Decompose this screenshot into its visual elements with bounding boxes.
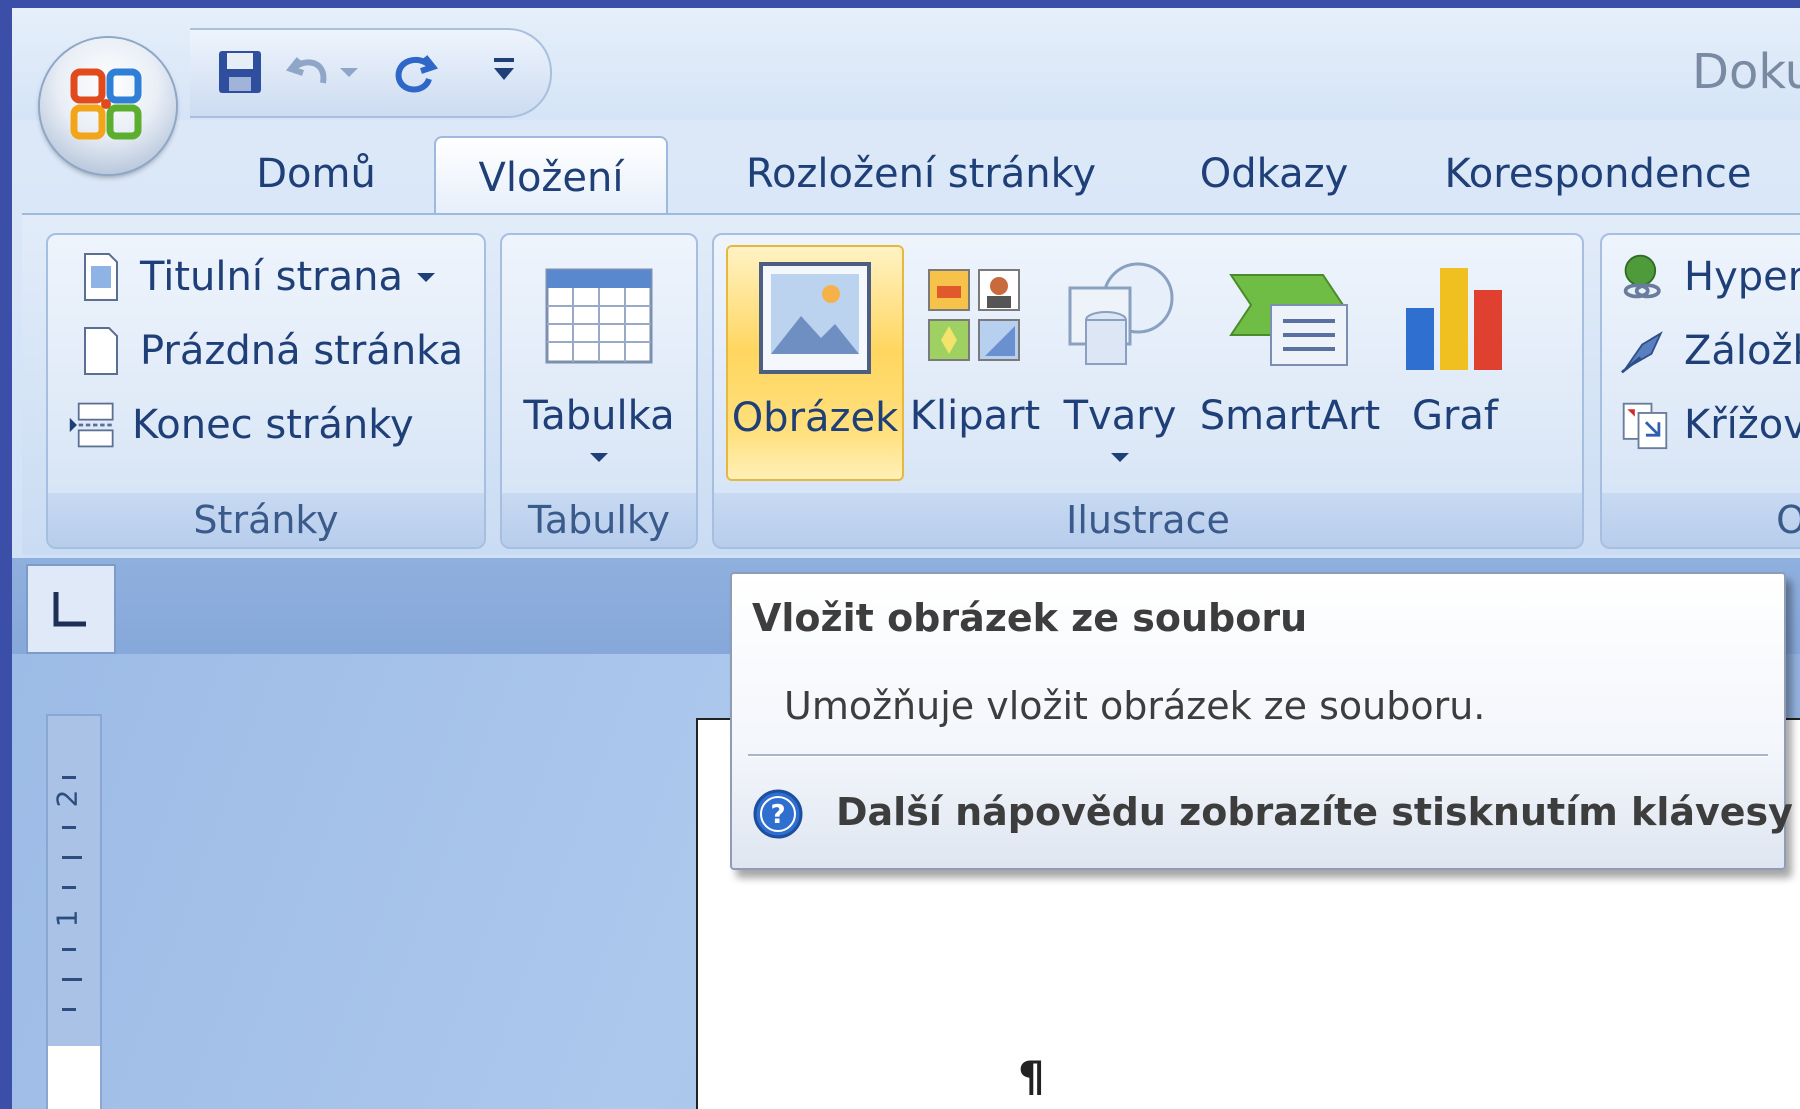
customize-qat-button[interactable] bbox=[484, 50, 524, 90]
chart-icon bbox=[1400, 251, 1510, 381]
undo-button[interactable] bbox=[282, 44, 338, 100]
picture-button[interactable]: Obrázek bbox=[726, 245, 904, 481]
paragraph-mark: ¶ bbox=[1018, 1052, 1045, 1101]
cover-page-label: Titulní strana bbox=[140, 254, 403, 300]
clipart-label: Klipart bbox=[909, 393, 1041, 439]
hyperlink-label: Hyper bbox=[1684, 254, 1800, 300]
group-links-label: O bbox=[1602, 493, 1800, 547]
ruler-mark: 1 bbox=[50, 909, 84, 928]
shapes-icon bbox=[1062, 251, 1178, 381]
table-label: Tabulka bbox=[523, 393, 675, 439]
page-break-icon bbox=[68, 397, 118, 453]
bookmark-button[interactable]: Záložk bbox=[1620, 317, 1800, 385]
tab-page-layout[interactable]: Rozložení stránky bbox=[716, 138, 1126, 210]
table-button[interactable]: Tabulka bbox=[512, 245, 686, 477]
ruler-margin-area bbox=[48, 1046, 100, 1109]
page-break-button[interactable]: Konec stránky bbox=[68, 391, 414, 459]
cross-reference-button[interactable]: Křížov bbox=[1620, 391, 1800, 459]
group-pages-label: Stránky bbox=[48, 493, 484, 547]
ruler-tick bbox=[62, 948, 76, 951]
ruler-tick bbox=[62, 978, 82, 981]
chevron-down-icon bbox=[340, 67, 358, 77]
group-tables-label: Tabulky bbox=[502, 493, 696, 547]
page-break-label: Konec stránky bbox=[132, 402, 414, 448]
chevron-down-icon bbox=[417, 272, 435, 282]
group-tables: Tabulka Tabulky bbox=[500, 233, 698, 549]
help-icon: ? bbox=[753, 789, 803, 839]
group-illustrations: Obrázek Klipart Tvary SmartArt Graf Ilus… bbox=[712, 233, 1584, 549]
ruler-tick bbox=[62, 1008, 76, 1011]
save-button[interactable] bbox=[212, 44, 268, 100]
blank-page-button[interactable]: Prázdná stránka bbox=[76, 317, 463, 385]
ruler-tick bbox=[62, 826, 76, 829]
redo-icon bbox=[395, 55, 439, 93]
customize-qat-icon bbox=[494, 58, 514, 80]
undo-icon bbox=[285, 57, 327, 84]
ruler-tick bbox=[62, 776, 76, 779]
smartart-icon bbox=[1227, 251, 1353, 381]
svg-text:?: ? bbox=[770, 800, 785, 830]
ruler-tick bbox=[62, 856, 82, 859]
vertical-ruler[interactable]: 2 1 bbox=[46, 714, 102, 1109]
word-window: Doku Domů Vložení Rozložení stránky Odka… bbox=[12, 8, 1800, 1109]
tab-selector[interactable] bbox=[26, 564, 116, 654]
tooltip-title: Vložit obrázek ze souboru bbox=[752, 596, 1308, 640]
tab-home[interactable]: Domů bbox=[226, 138, 406, 210]
bookmark-icon bbox=[1620, 323, 1670, 379]
undo-dropdown[interactable] bbox=[334, 44, 364, 100]
cover-page-button[interactable]: Titulní strana bbox=[76, 243, 435, 311]
smartart-button[interactable]: SmartArt bbox=[1200, 245, 1380, 477]
save-icon bbox=[219, 51, 261, 93]
chevron-down-icon bbox=[590, 453, 608, 462]
screen-tip: Vložit obrázek ze souboru Umožňuje vloži… bbox=[730, 572, 1800, 870]
tab-references[interactable]: Odkazy bbox=[1174, 138, 1374, 210]
picture-icon bbox=[757, 253, 873, 383]
tooltip-divider bbox=[748, 754, 1768, 757]
ruler-tick bbox=[62, 886, 76, 889]
hyperlink-button[interactable]: Hyper bbox=[1620, 243, 1800, 311]
left-tab-stop-icon bbox=[53, 592, 86, 627]
office-button[interactable] bbox=[40, 38, 176, 174]
table-icon bbox=[543, 251, 655, 381]
blank-page-icon bbox=[76, 323, 126, 379]
clipart-button[interactable]: Klipart bbox=[910, 245, 1040, 477]
tooltip-body: Umožňuje vložit obrázek ze souboru. bbox=[784, 684, 1486, 728]
cross-reference-label: Křížov bbox=[1684, 402, 1800, 448]
group-illustrations-label: Ilustrace bbox=[714, 493, 1582, 547]
redo-button[interactable] bbox=[386, 44, 442, 100]
picture-label: Obrázek bbox=[731, 395, 899, 441]
window-title: Doku bbox=[1692, 44, 1800, 100]
ribbon: Titulní strana Prázdná stránka Konec str… bbox=[22, 213, 1800, 555]
ruler-mark: 2 bbox=[50, 789, 84, 808]
shapes-label: Tvary bbox=[1063, 393, 1177, 439]
hyperlink-icon bbox=[1620, 249, 1670, 305]
tooltip-help-text: Další nápovědu zobrazíte stisknutím kláv… bbox=[836, 790, 1800, 834]
shapes-button[interactable]: Tvary bbox=[1050, 245, 1190, 477]
group-pages: Titulní strana Prázdná stránka Konec str… bbox=[46, 233, 486, 549]
bookmark-label: Záložk bbox=[1684, 328, 1800, 374]
blank-page-label: Prázdná stránka bbox=[140, 328, 464, 374]
tab-mailings[interactable]: Korespondence bbox=[1428, 138, 1768, 210]
chart-button[interactable]: Graf bbox=[1390, 245, 1520, 477]
clipart-icon bbox=[925, 251, 1025, 381]
office-logo-icon bbox=[70, 68, 142, 140]
chart-label: Graf bbox=[1411, 393, 1499, 439]
chevron-down-icon bbox=[1111, 453, 1129, 462]
group-links: Hyper Zálož k bbox=[1600, 233, 1800, 549]
cross-reference-icon bbox=[1620, 397, 1670, 453]
tab-insert[interactable]: Vložení bbox=[434, 136, 668, 218]
smartart-label: SmartArt bbox=[1199, 393, 1381, 439]
cover-page-icon bbox=[76, 249, 126, 305]
